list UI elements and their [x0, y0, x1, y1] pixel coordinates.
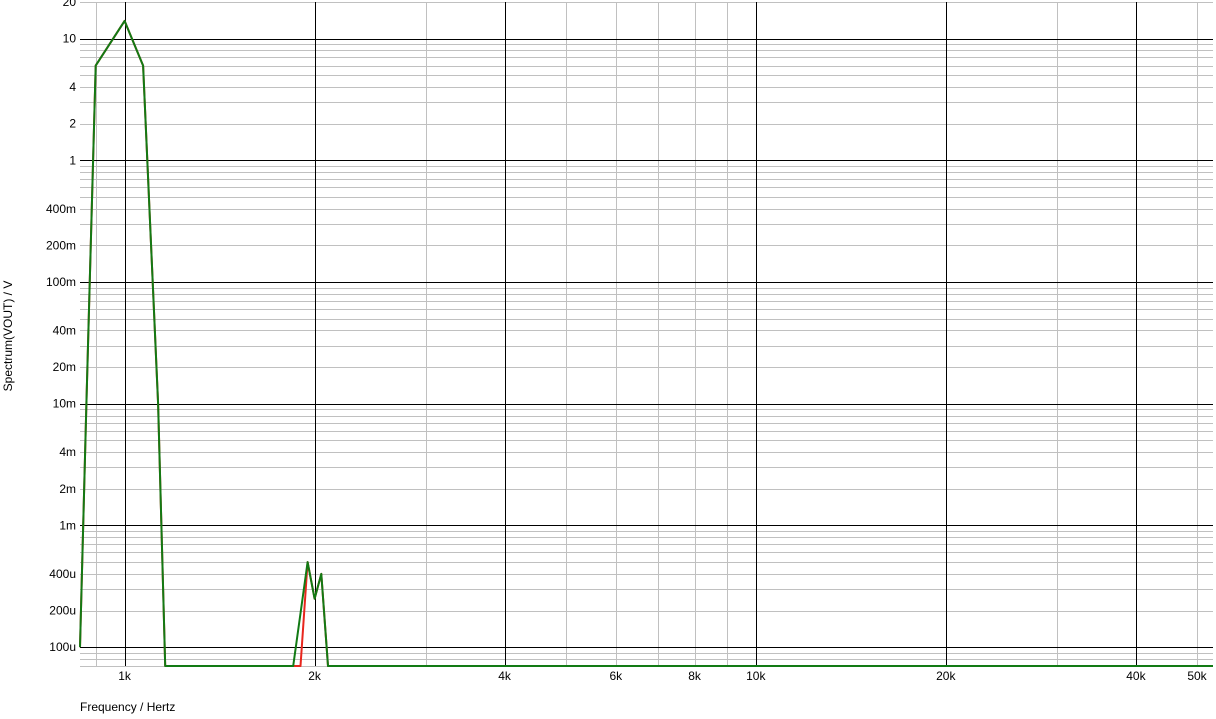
- y-tick-label: 20: [63, 0, 77, 9]
- y-tick-label: 100m: [46, 275, 76, 289]
- chart-canvas: 1k 2k 4k 6k 8k 10k 20k 40k 50k 20 10 4 2 1 400m 200m 100…: [1, 0, 1213, 714]
- y-tick-label: 200m: [46, 238, 76, 252]
- y-tick-label: 400u: [49, 567, 76, 581]
- y-axis-label: Spectrum(VOUT) / V: [1, 281, 15, 392]
- x-axis-label: Frequency / Hertz: [80, 700, 175, 714]
- series-layer: [79, 19, 1213, 667]
- y-tick-label: 10m: [53, 397, 76, 411]
- x-tick-label: 20k: [936, 669, 956, 683]
- series-line-1: [79, 19, 1213, 667]
- x-tick-label: 40k: [1126, 669, 1146, 683]
- x-tick-label: 1k: [118, 669, 132, 683]
- y-tick-label: 1: [69, 153, 76, 167]
- y-tick-label: 200u: [49, 604, 76, 618]
- y-tick-label: 2: [69, 117, 76, 131]
- y-tick-label: 20m: [53, 360, 76, 374]
- x-tick-label: 10k: [746, 669, 766, 683]
- y-tick-label: 4: [69, 80, 76, 94]
- x-tick-label: 8k: [688, 669, 702, 683]
- y-tick-label: 400m: [46, 202, 76, 216]
- major-gridlines: [80, 2, 1213, 666]
- x-tick-label: 50k: [1187, 669, 1207, 683]
- y-tick-label: 2m: [59, 482, 76, 496]
- minor-gridlines: [80, 2, 1213, 667]
- y-tick-label: 1m: [59, 518, 76, 532]
- series-line-0: [79, 19, 1213, 667]
- y-tick-label: 40m: [53, 324, 76, 338]
- spectrum-chart: 1k 2k 4k 6k 8k 10k 20k 40k 50k 20 10 4 2 1 400m 200m 100…: [0, 0, 1216, 714]
- y-tick-label: 100u: [49, 640, 76, 654]
- y-tick-label: 10: [63, 32, 77, 46]
- x-tick-label: 6k: [609, 669, 623, 683]
- x-tick-label: 2k: [308, 669, 322, 683]
- x-tick-label: 4k: [498, 669, 512, 683]
- y-tick-label: 4m: [59, 445, 76, 459]
